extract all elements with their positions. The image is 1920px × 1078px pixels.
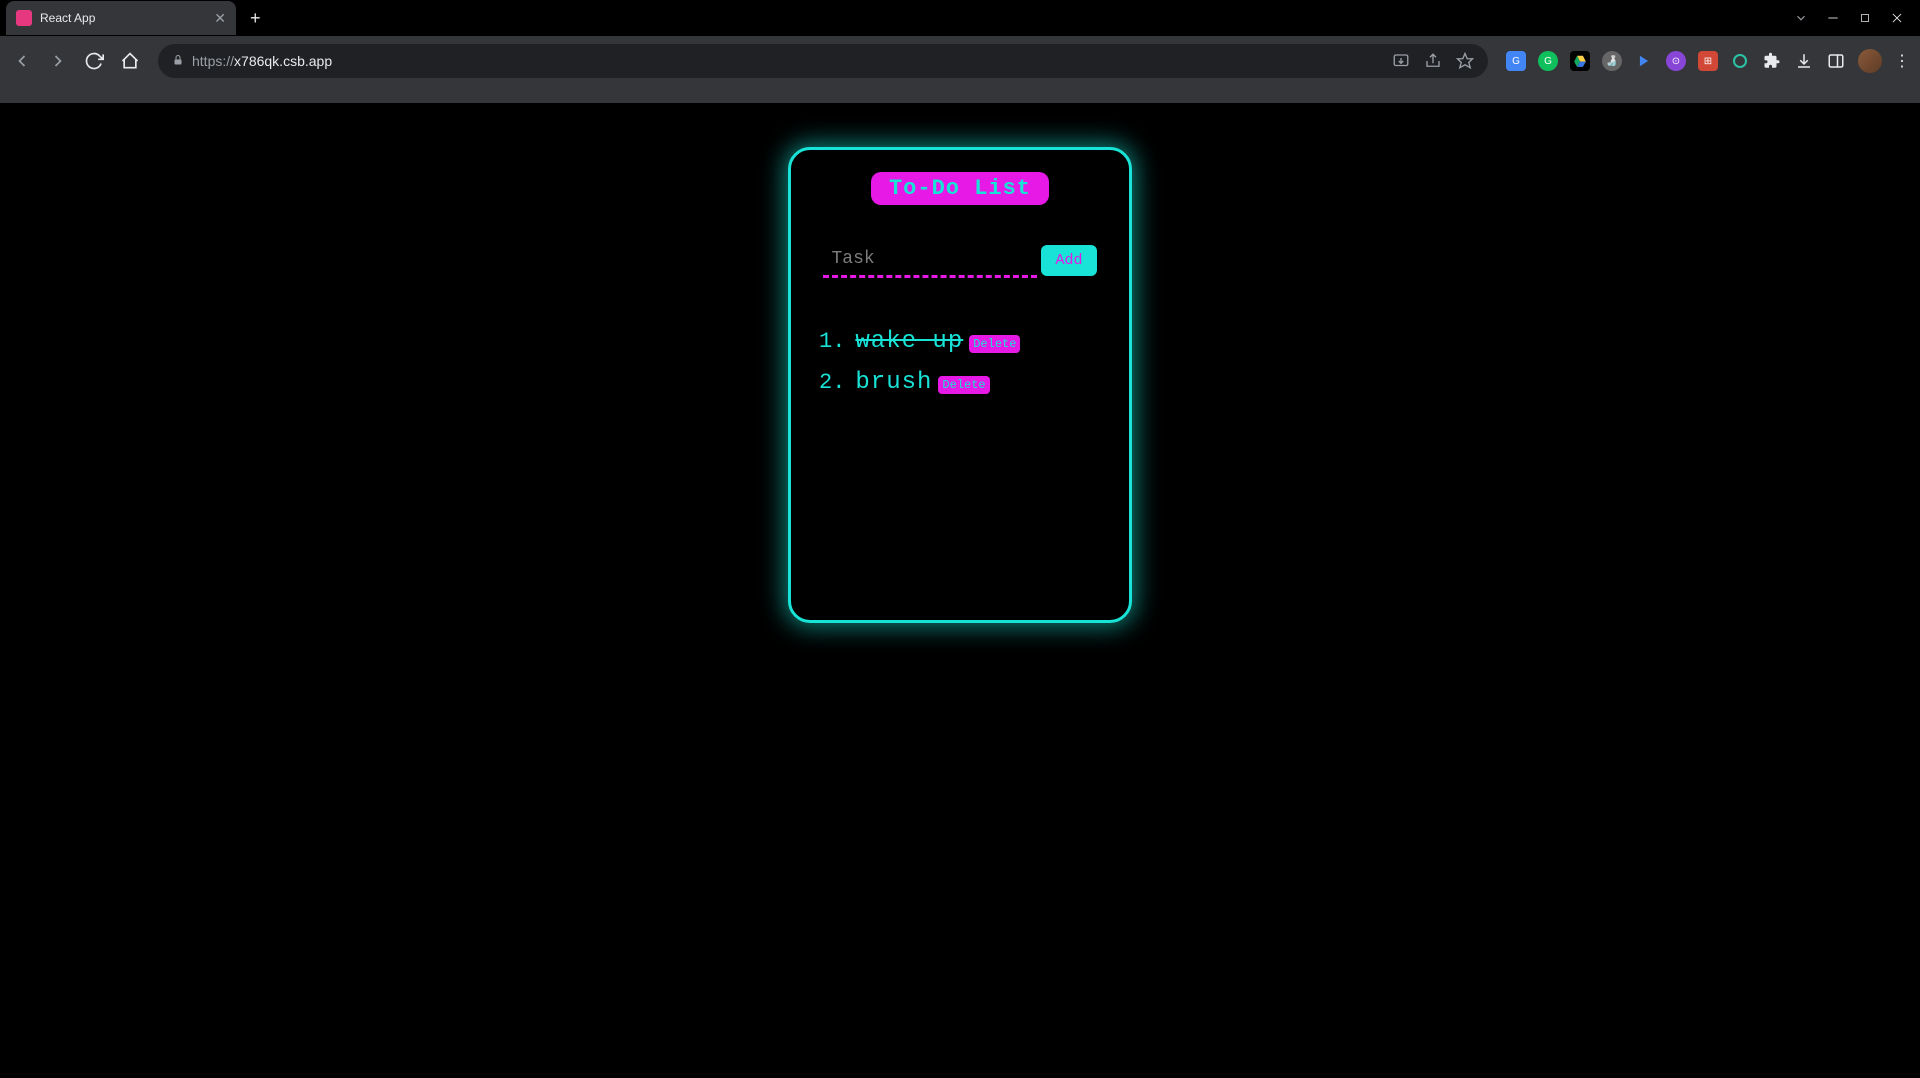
minimize-icon[interactable] (1826, 11, 1840, 25)
maximize-icon[interactable] (1858, 11, 1872, 25)
extension-edge-icon[interactable] (1730, 51, 1750, 71)
star-icon[interactable] (1456, 52, 1474, 70)
share-icon[interactable] (1424, 52, 1442, 70)
extension-jar-icon[interactable]: 🍶 (1602, 51, 1622, 71)
extension-drive-icon[interactable] (1570, 51, 1590, 71)
extension-red-icon[interactable]: ⊞ (1698, 51, 1718, 71)
list-item-text[interactable]: brush (855, 369, 932, 396)
close-tab-icon[interactable]: ✕ (214, 10, 226, 27)
input-row: Add (823, 243, 1096, 278)
extension-translate-icon[interactable]: G (1506, 51, 1526, 71)
window-controls (1794, 11, 1920, 25)
forward-button[interactable] (46, 49, 70, 73)
browser-tab[interactable]: React App ✕ (6, 1, 236, 35)
extensions-puzzle-icon[interactable] (1762, 51, 1782, 71)
tab-bar: React App ✕ + (0, 0, 1920, 36)
list-item: 1. wake up Delete (819, 328, 1020, 355)
avatar[interactable] (1858, 49, 1882, 73)
extension-grammarly-icon[interactable]: G (1538, 51, 1558, 71)
url-text: https://x786qk.csb.app (192, 53, 1384, 69)
page-title: To-Do List (871, 172, 1049, 205)
downloads-icon[interactable] (1794, 51, 1814, 71)
todo-card: To-Do List Add 1. wake up Delete 2. brush Del… (788, 147, 1132, 623)
page-content: To-Do List Add 1. wake up Delete 2. brush Del… (0, 103, 1920, 1078)
address-right-icons (1392, 52, 1474, 70)
delete-button[interactable]: Delete (969, 335, 1020, 353)
list-item-text[interactable]: wake up (855, 328, 963, 355)
delete-button[interactable]: Delete (938, 376, 989, 394)
home-button[interactable] (118, 49, 142, 73)
list-item-number: 2. (819, 370, 845, 395)
install-app-icon[interactable] (1392, 52, 1410, 70)
reload-button[interactable] (82, 49, 106, 73)
toolbar: https://x786qk.csb.app G G 🍶 (0, 36, 1920, 86)
task-input[interactable] (823, 243, 1037, 278)
extension-icons: G G 🍶 ⊙ ⊞ ⋮ (1506, 49, 1910, 73)
more-menu-icon[interactable]: ⋮ (1894, 51, 1910, 71)
address-bar[interactable]: https://x786qk.csb.app (158, 44, 1488, 78)
new-tab-button[interactable]: + (250, 8, 261, 29)
chevron-down-icon[interactable] (1794, 11, 1808, 25)
extension-purple-icon[interactable]: ⊙ (1666, 51, 1686, 71)
tab-title: React App (40, 11, 208, 25)
favicon (16, 10, 32, 26)
todo-list: 1. wake up Delete 2. brush Delete (791, 328, 1020, 410)
list-item-number: 1. (819, 329, 845, 354)
browser-chrome: React App ✕ + (0, 0, 1920, 103)
toolbar-spacer (0, 86, 1920, 103)
add-button[interactable]: Add (1041, 245, 1096, 276)
extension-play-icon[interactable] (1634, 51, 1654, 71)
sidepanel-icon[interactable] (1826, 51, 1846, 71)
lock-icon (172, 54, 184, 69)
close-window-icon[interactable] (1890, 11, 1904, 25)
back-button[interactable] (10, 49, 34, 73)
list-item: 2. brush Delete (819, 369, 1020, 396)
